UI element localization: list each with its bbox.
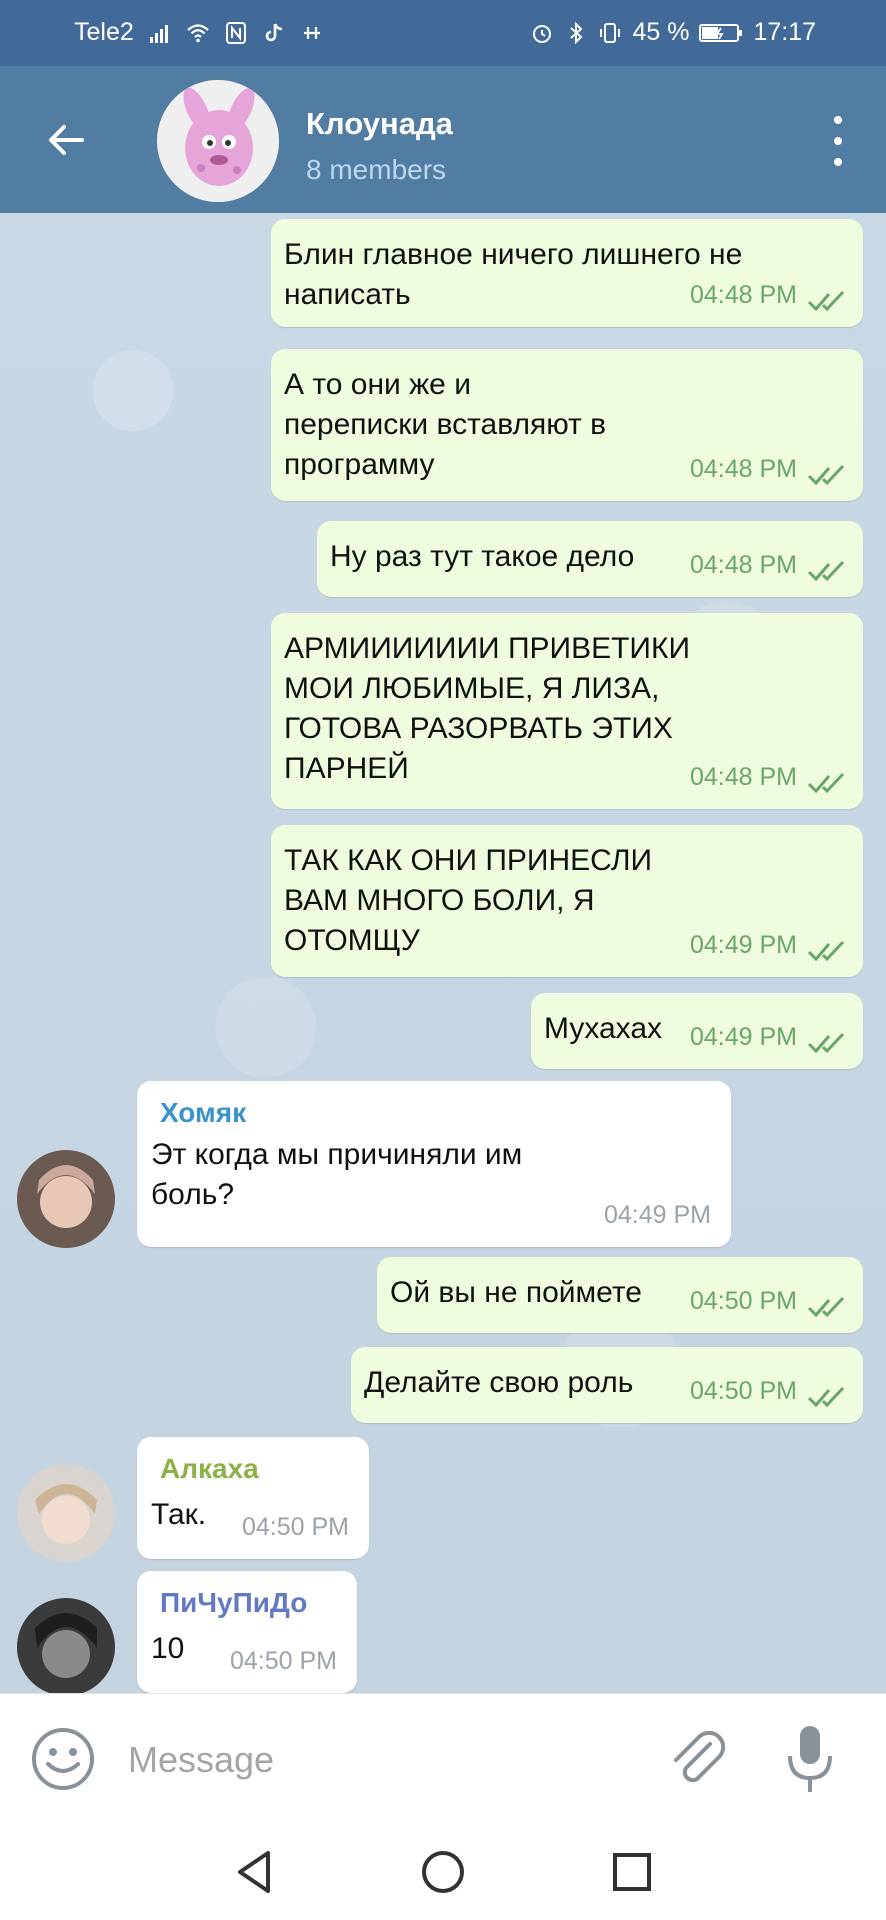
message-time: 04:48 PM bbox=[689, 551, 797, 579]
more-vertical-icon bbox=[834, 116, 842, 124]
message-bubble-outgoing[interactable]: ТАК КАК ОНИ ПРИНЕСЛИ ВАМ МНОГО БОЛИ, Я О… bbox=[271, 825, 863, 977]
tiktok-icon bbox=[265, 22, 282, 41]
message-time: 04:49 PM bbox=[689, 1023, 797, 1051]
paperclip-icon bbox=[674, 1730, 726, 1783]
carrier-label: Tele2 bbox=[74, 18, 134, 46]
group-avatar-image bbox=[157, 80, 279, 202]
chat-header: Клоунада 8 members bbox=[0, 66, 886, 213]
double-check-icon bbox=[807, 940, 845, 962]
message-list[interactable]: Блин главное ничего лишнего не написать … bbox=[0, 213, 886, 1693]
avatar-image bbox=[17, 1598, 115, 1693]
emoji-button[interactable] bbox=[30, 1726, 96, 1792]
message-bubble-outgoing[interactable]: Блин главное ничего лишнего не написать … bbox=[271, 219, 863, 327]
system-nav-bar bbox=[0, 1825, 886, 1920]
attach-button[interactable] bbox=[664, 1726, 730, 1792]
double-check-icon bbox=[807, 464, 845, 486]
menu-dot bbox=[834, 158, 842, 166]
message-text: Эт когда мы причиняли им боль? bbox=[151, 1138, 523, 1211]
nfc-icon bbox=[225, 21, 246, 44]
message-bubble-outgoing[interactable]: Ой вы не поймете 04:50 PM bbox=[377, 1257, 863, 1333]
bluetooth-icon bbox=[570, 21, 583, 44]
message-text: АРМИИИИИИИ ПРИВЕТИКИ МОИ ЛЮБИМЫЕ, Я ЛИЗА… bbox=[284, 632, 691, 785]
status-bar: Tele2 45 % 17:17 bbox=[0, 0, 886, 66]
message-time: 04:50 PM bbox=[229, 1647, 337, 1675]
avatar[interactable] bbox=[17, 1150, 115, 1248]
sender-name[interactable]: ПиЧуПиДо bbox=[160, 1583, 307, 1623]
usb-icon bbox=[303, 26, 320, 39]
arrow-left-icon bbox=[49, 125, 84, 155]
more-menu-button[interactable] bbox=[820, 116, 856, 166]
menu-dot bbox=[834, 137, 842, 145]
message-composer bbox=[0, 1693, 886, 1826]
emoji-icon bbox=[32, 1728, 94, 1790]
nav-home-icon bbox=[422, 1851, 464, 1893]
sender-name[interactable]: Хомяк bbox=[160, 1093, 246, 1133]
chat-member-count: 8 members bbox=[306, 154, 447, 185]
message-bubble-outgoing[interactable]: АРМИИИИИИИ ПРИВЕТИКИ МОИ ЛЮБИМЫЕ, Я ЛИЗА… bbox=[271, 613, 863, 809]
message-bubble-incoming[interactable]: Хомяк Эт когда мы причиняли им боль? 04:… bbox=[137, 1081, 731, 1247]
message-bubble-outgoing[interactable]: Ну раз тут такое дело 04:48 PM bbox=[317, 521, 863, 597]
message-time: 04:50 PM bbox=[241, 1513, 349, 1541]
message-text: Мухахах bbox=[544, 1012, 663, 1045]
wifi-icon bbox=[187, 23, 209, 42]
microphone-icon bbox=[788, 1726, 832, 1792]
message-text: Так. bbox=[151, 1498, 207, 1531]
message-time: 04:48 PM bbox=[689, 763, 797, 791]
battery-icon bbox=[699, 23, 743, 42]
clock: 17:17 bbox=[753, 18, 816, 46]
avatar[interactable] bbox=[17, 1464, 115, 1562]
nav-home-button[interactable] bbox=[418, 1847, 468, 1897]
nav-recent-icon bbox=[613, 1853, 651, 1891]
double-check-icon bbox=[807, 290, 845, 312]
message-time: 04:50 PM bbox=[689, 1377, 797, 1405]
message-text: Ну раз тут такое дело bbox=[330, 540, 635, 573]
double-check-icon bbox=[807, 772, 845, 794]
alarm-icon bbox=[533, 24, 552, 43]
message-time: 04:50 PM bbox=[689, 1287, 797, 1315]
double-check-icon bbox=[807, 1296, 845, 1318]
mic-button[interactable] bbox=[778, 1722, 842, 1796]
message-text: 10 bbox=[151, 1632, 185, 1665]
message-time: 04:48 PM bbox=[689, 455, 797, 483]
message-time: 04:49 PM bbox=[689, 931, 797, 959]
message-bubble-outgoing[interactable]: Делайте свою роль 04:50 PM bbox=[351, 1347, 863, 1423]
avatar[interactable] bbox=[17, 1598, 115, 1693]
message-time: 04:48 PM bbox=[689, 281, 797, 309]
double-check-icon bbox=[807, 1032, 845, 1054]
nav-back-icon bbox=[238, 1851, 270, 1893]
nav-recent-button[interactable] bbox=[607, 1847, 657, 1897]
signal-icon bbox=[149, 24, 168, 43]
avatar-image bbox=[17, 1464, 115, 1562]
avatar-image bbox=[17, 1150, 115, 1248]
message-text: А то они же и переписки вставляют в прог… bbox=[284, 368, 607, 481]
message-bubble-incoming[interactable]: ПиЧуПиДо 10 04:50 PM bbox=[137, 1571, 357, 1693]
message-text: ТАК КАК ОНИ ПРИНЕСЛИ ВАМ МНОГО БОЛИ, Я О… bbox=[284, 844, 653, 957]
message-bubble-incoming[interactable]: Алкаха Так. 04:50 PM bbox=[137, 1437, 369, 1559]
message-input[interactable] bbox=[126, 1728, 630, 1792]
back-button[interactable] bbox=[38, 112, 94, 168]
group-avatar[interactable] bbox=[157, 80, 279, 202]
nav-back-button[interactable] bbox=[230, 1847, 280, 1897]
message-text: Делайте свою роль bbox=[364, 1366, 634, 1399]
vibrate-icon bbox=[600, 22, 621, 43]
chat-title[interactable]: Клоунада bbox=[306, 106, 453, 142]
message-time: 04:49 PM bbox=[603, 1201, 711, 1229]
message-text: Блин главное ничего лишнего не написать bbox=[284, 238, 743, 311]
battery-percent: 45 % bbox=[632, 18, 690, 46]
message-bubble-outgoing[interactable]: Мухахах 04:49 PM bbox=[531, 993, 863, 1069]
message-text: Ой вы не поймете bbox=[390, 1276, 642, 1309]
sender-name[interactable]: Алкаха bbox=[160, 1449, 259, 1489]
double-check-icon bbox=[807, 1386, 845, 1408]
message-bubble-outgoing[interactable]: А то они же и переписки вставляют в прог… bbox=[271, 349, 863, 501]
double-check-icon bbox=[807, 560, 845, 582]
